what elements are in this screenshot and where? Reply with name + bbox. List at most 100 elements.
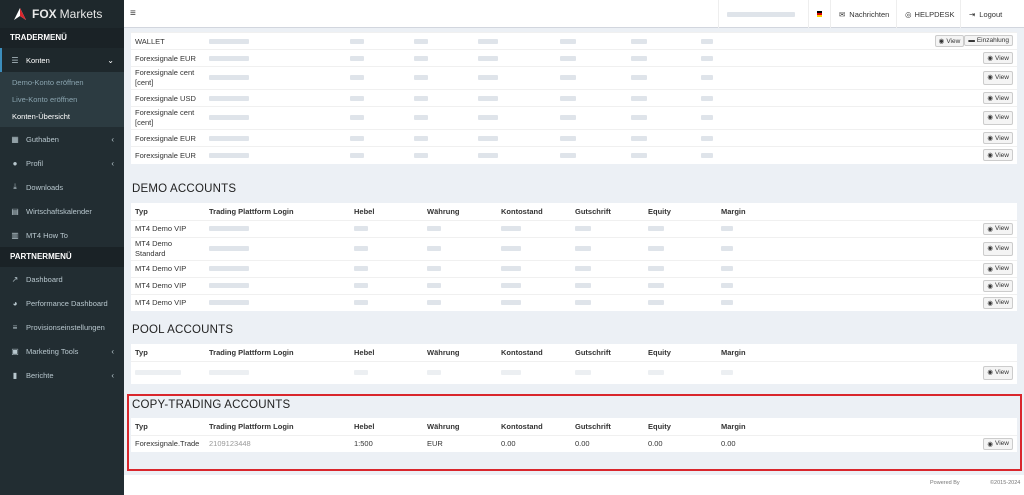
redacted-cell — [350, 276, 423, 294]
chart-icon: ↗ — [11, 274, 19, 284]
view-button[interactable]: ◉ View — [983, 222, 1013, 235]
sidebar-item-dashboard[interactable]: ↗ Dashboard — [0, 267, 124, 291]
redacted-cell — [205, 259, 350, 277]
redacted-cell — [205, 66, 346, 90]
table-row: Forexsignale cent [cent] ◉ View — [131, 66, 1017, 90]
sidebar-item-profil[interactable]: ● Profil ‹ — [0, 151, 124, 175]
submenu-konten-uebersicht[interactable]: Konten-Übersicht — [0, 108, 124, 125]
redacted-cell — [409, 32, 475, 50]
redacted-cell — [497, 259, 571, 277]
helpdesk-button[interactable]: ◎ HELPDESK — [896, 0, 960, 28]
eye-icon: ◉ — [987, 114, 994, 121]
redacted-text — [727, 11, 795, 17]
view-button[interactable]: ◉ View — [934, 35, 965, 47]
redacted-cell — [345, 66, 410, 90]
view-button[interactable]: ◉ View — [983, 149, 1013, 162]
cell-typ: Forexsignale EUR — [131, 146, 205, 164]
cell-actions: ◉ View — [787, 293, 1017, 311]
view-button[interactable]: ◉ View — [983, 92, 1013, 104]
redacted-cell — [350, 219, 423, 237]
sidebar-item-konten[interactable]: ☰ Konten ⌄ — [0, 48, 124, 72]
hamburger-menu-icon[interactable]: ≡ — [130, 8, 136, 19]
view-label: View — [995, 74, 1009, 81]
sidebar-item-mt4-how-to[interactable]: ▥ MT4 How To — [0, 223, 124, 247]
redacted-cell — [644, 219, 717, 237]
view-button[interactable]: ◉ View — [983, 52, 1013, 64]
view-button[interactable]: ◉ View — [983, 296, 1013, 309]
sidebar-item-performance-dashboard[interactable]: ◕ Performance Dashboard — [0, 291, 124, 315]
sidebar-item-wirtschaftskalender[interactable]: ▤ Wirtschaftskalender — [0, 199, 124, 223]
redacted-cell — [345, 106, 410, 130]
partner-menu-header: PARTNERMENÜ — [0, 247, 124, 267]
column-header: Margin — [721, 206, 746, 216]
copyright: ©2015-2024 — [990, 480, 1021, 486]
redacted-cell — [571, 293, 644, 311]
eye-icon: ◉ — [987, 225, 994, 233]
sidebar-item-berichte[interactable]: ▮ Berichte ‹ — [0, 363, 124, 387]
table-header-row: Typ Trading Plattform Login Hebel Währung Ko… — [131, 344, 1017, 361]
column-header: Typ — [135, 347, 148, 357]
account-selector[interactable] — [718, 0, 808, 28]
flag-icon — [817, 11, 822, 17]
cell-typ: Forexsignale EUR — [131, 129, 205, 147]
redacted-cell — [205, 106, 346, 130]
redacted-cell — [556, 66, 627, 90]
redacted-cell — [423, 236, 497, 260]
cell-typ: MT4 Demo VIP — [131, 276, 205, 294]
column-header: Gutschrift — [575, 206, 611, 216]
table-row: MT4 Demo VIP ◉ View — [131, 276, 1017, 294]
sidebar-item-downloads[interactable]: ⤓ Downloads — [0, 175, 124, 199]
table-row: ◉ View — [131, 360, 1017, 384]
cell-typ: Forexsignale USD — [131, 89, 205, 107]
einzahlung-button[interactable]: ▬ Einzahlung — [964, 35, 1013, 46]
view-label: View — [995, 299, 1009, 307]
column-header: Kontostand — [501, 347, 543, 357]
cell-actions: ◉ View — [787, 236, 1017, 260]
top-navbar: ≡ ✉ Nachrichten ◎ HELPDESK ⇥ Logout — [124, 0, 1024, 28]
sidebar-item-marketing-tools[interactable]: ▣ Marketing Tools ‹ — [0, 339, 124, 363]
redacted-cell — [556, 89, 627, 107]
cell-actions: ◉ View — [787, 360, 1017, 384]
highlight-box — [127, 394, 1022, 471]
submenu-demo-konto[interactable]: Demo-Konto eröffnen — [0, 74, 124, 91]
redacted-cell — [474, 32, 557, 50]
view-label: View — [995, 94, 1009, 102]
sidebar-item-label: Wirtschaftskalender — [26, 206, 92, 216]
redacted-cell — [717, 276, 787, 294]
redacted-cell — [626, 89, 697, 107]
redacted-cell — [345, 49, 410, 67]
cell-actions: ◉ View — [755, 49, 1017, 67]
view-button[interactable]: ◉ View — [983, 111, 1013, 125]
pool-accounts-table: Typ Trading Plattform Login Hebel Währung Ko… — [131, 344, 1017, 384]
cell-typ: Forexsignale EUR — [131, 49, 205, 67]
view-button[interactable]: ◉ View — [983, 132, 1013, 144]
column-header: Hebel — [354, 347, 375, 357]
sidebar-item-provisionseinstellungen[interactable]: ≡ Provisionseinstellungen — [0, 315, 124, 339]
brand-name-rest: Markets — [59, 7, 103, 21]
redacted-cell — [409, 89, 475, 107]
view-button[interactable]: ◉ View — [983, 279, 1013, 292]
view-label: View — [995, 134, 1009, 142]
table-row: Forexsignale cent [cent] ◉ View — [131, 106, 1017, 130]
pie-chart-icon: ◕ — [12, 298, 18, 308]
view-button[interactable]: ◉ View — [983, 71, 1013, 85]
eye-icon: ◉ — [987, 244, 994, 252]
redacted-cell — [423, 259, 497, 277]
redacted-cell — [696, 106, 756, 130]
view-button[interactable]: ◉ View — [983, 241, 1013, 256]
logo[interactable]: FOX Markets — [0, 0, 124, 28]
sidebar-item-label: MT4 How To — [26, 230, 68, 240]
logout-button[interactable]: ⇥ Logout — [960, 0, 1024, 28]
nachrichten-button[interactable]: ✉ Nachrichten — [830, 0, 896, 28]
view-label: View — [995, 265, 1009, 272]
language-flag[interactable] — [808, 0, 830, 28]
sidebar-item-label: Dashboard — [26, 274, 63, 284]
redacted-cell — [696, 146, 756, 164]
eye-icon: ◉ — [987, 152, 994, 160]
view-button[interactable]: ◉ View — [983, 262, 1013, 275]
redacted-cell — [696, 129, 756, 147]
view-button[interactable]: ◉ View — [983, 365, 1013, 380]
submenu-live-konto[interactable]: Live-Konto eröffnen — [0, 91, 124, 108]
sidebar-item-guthaben[interactable]: ▦ Guthaben ‹ — [0, 127, 124, 151]
redacted-cell — [717, 259, 787, 277]
